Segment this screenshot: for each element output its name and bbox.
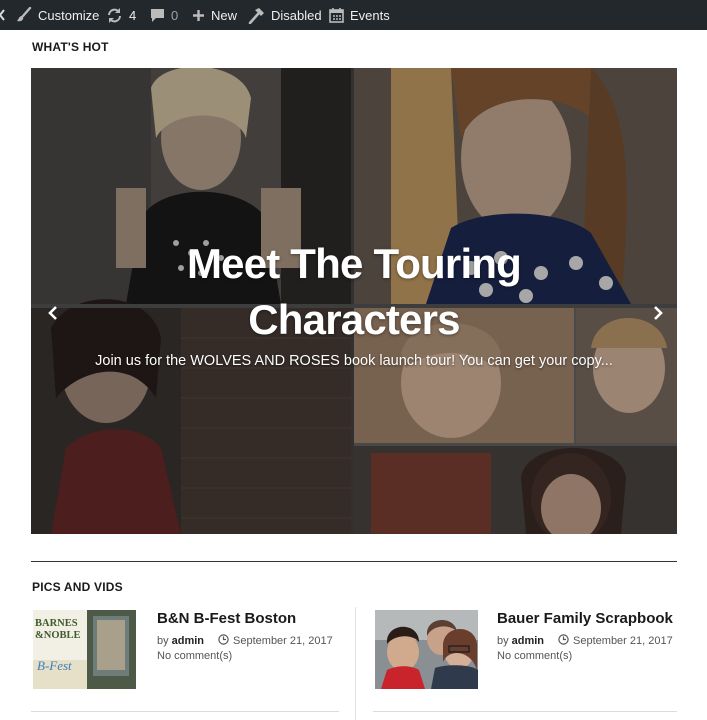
- new-content-link[interactable]: New: [192, 0, 237, 30]
- customize-link[interactable]: Customize: [16, 0, 99, 30]
- post-card: Bauer Family Scrapbook by admin Septembe…: [375, 610, 685, 690]
- brush-icon: [16, 7, 32, 23]
- disabled-link[interactable]: Disabled: [248, 0, 322, 30]
- new-label: New: [211, 7, 238, 23]
- plus-icon: [192, 9, 205, 22]
- hammer-icon: [248, 7, 265, 24]
- post-comments[interactable]: No comment(s): [157, 650, 232, 662]
- slide-title-line-1: Meet The Touring: [186, 240, 522, 287]
- post-author[interactable]: admin: [172, 635, 204, 647]
- whats-hot-heading: WHAT'S HOT: [32, 40, 109, 54]
- events-link[interactable]: Events: [329, 0, 390, 30]
- post-author[interactable]: admin: [512, 635, 544, 647]
- comment-icon: [150, 8, 165, 23]
- chevron-right-icon: [652, 305, 664, 326]
- chevron-left-icon: [47, 305, 59, 326]
- thumb-text-bfest: B-Fest: [37, 658, 72, 673]
- section-divider: [31, 561, 677, 562]
- bauer-family-thumbnail-image: [375, 610, 478, 689]
- post-title[interactable]: Bauer Family Scrapbook: [497, 610, 673, 627]
- thumb-text-noble: &NOBLE: [35, 630, 81, 641]
- disabled-label: Disabled: [271, 7, 322, 23]
- events-label: Events: [350, 7, 390, 23]
- post-date: September 21, 2017: [218, 634, 333, 648]
- post-column-divider: [355, 607, 356, 720]
- post-bottom-divider: [31, 711, 339, 712]
- updates-link[interactable]: 4: [106, 0, 136, 30]
- post-bottom-divider: [373, 711, 677, 712]
- post-date-text: September 21, 2017: [573, 635, 673, 647]
- featured-slider[interactable]: Meet The Touring Characters Join us for …: [31, 68, 677, 534]
- updates-count: 4: [129, 7, 137, 23]
- clock-icon: [558, 634, 569, 648]
- customize-label: Customize: [38, 7, 100, 23]
- post-meta: by admin September 21, 2017: [157, 634, 333, 648]
- post-date-text: September 21, 2017: [233, 635, 333, 647]
- pics-and-vids-heading: PICS AND VIDS: [32, 580, 123, 594]
- thumb-text-barnes: BARNES: [35, 618, 78, 629]
- slide-excerpt: Join us for the WOLVES AND ROSES book la…: [95, 353, 613, 369]
- slide-title[interactable]: Meet The Touring Characters: [121, 236, 587, 348]
- post-card: BARNES &NOBLE B-Fest B&N B-Fest Boston b…: [33, 610, 343, 690]
- post-by-label: by: [157, 635, 169, 647]
- admin-bar: Customize 4 0 New Disabled Events: [0, 0, 707, 30]
- post-comments[interactable]: No comment(s): [497, 650, 572, 662]
- post-thumbnail[interactable]: BARNES &NOBLE B-Fest: [33, 610, 136, 689]
- comments-link[interactable]: 0: [150, 0, 178, 30]
- clock-icon: [218, 634, 229, 648]
- wp-menu-chevron-icon[interactable]: [0, 0, 6, 30]
- post-title[interactable]: B&N B-Fest Boston: [157, 610, 296, 627]
- post-date: September 21, 2017: [558, 634, 673, 648]
- slider-prev-button[interactable]: [42, 304, 64, 326]
- calendar-icon: [329, 7, 344, 23]
- refresh-icon: [106, 7, 123, 24]
- comments-count: 0: [171, 7, 179, 23]
- post-by-label: by: [497, 635, 509, 647]
- post-thumbnail[interactable]: [375, 610, 478, 689]
- slide-title-line-2: Characters: [248, 296, 460, 343]
- post-meta: by admin September 21, 2017: [497, 634, 673, 648]
- slider-next-button[interactable]: [647, 304, 669, 326]
